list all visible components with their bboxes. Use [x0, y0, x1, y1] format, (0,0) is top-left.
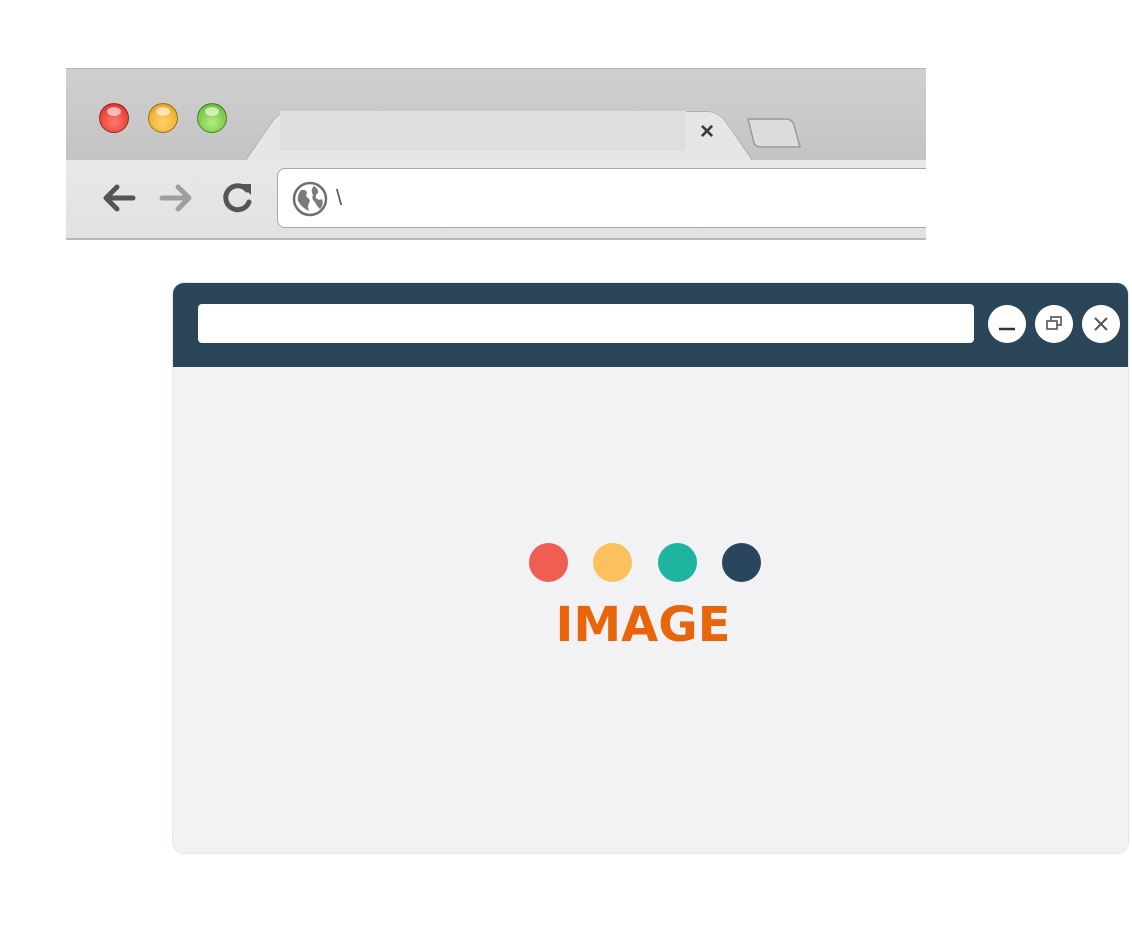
tab-title	[280, 111, 686, 151]
image-placeholder: IMAGE	[173, 367, 1128, 853]
arrow-left-icon[interactable]	[99, 178, 139, 218]
flat-address-bar[interactable]	[198, 304, 974, 343]
placeholder-dot-yellow	[593, 543, 632, 582]
minimize-icon[interactable]	[988, 305, 1026, 343]
address-bar[interactable]: \	[277, 168, 926, 228]
globe-icon	[292, 181, 328, 217]
address-bar-text: \	[336, 185, 343, 210]
placeholder-dot-navy	[722, 543, 761, 582]
placeholder-dot-teal	[658, 543, 697, 582]
close-icon[interactable]	[1082, 305, 1120, 343]
placeholder-dot-red	[529, 543, 568, 582]
image-label: IMAGE	[555, 597, 731, 653]
restore-icon[interactable]	[1035, 305, 1073, 343]
browser-toolbar: \	[66, 160, 926, 240]
window-titlebar	[173, 283, 1128, 367]
tab-close-icon[interactable]: ×	[692, 117, 722, 147]
arrow-right-icon[interactable]	[156, 178, 196, 218]
flat-browser-window: IMAGE	[172, 282, 1129, 854]
zoom-window-button[interactable]	[197, 103, 227, 133]
close-window-button[interactable]	[99, 103, 129, 133]
new-tab-icon[interactable]	[746, 117, 802, 149]
chrome-browser-window: × \	[66, 68, 926, 242]
minimize-window-button[interactable]	[148, 103, 178, 133]
tab-strip: ×	[66, 68, 926, 162]
reload-icon[interactable]	[218, 178, 258, 218]
